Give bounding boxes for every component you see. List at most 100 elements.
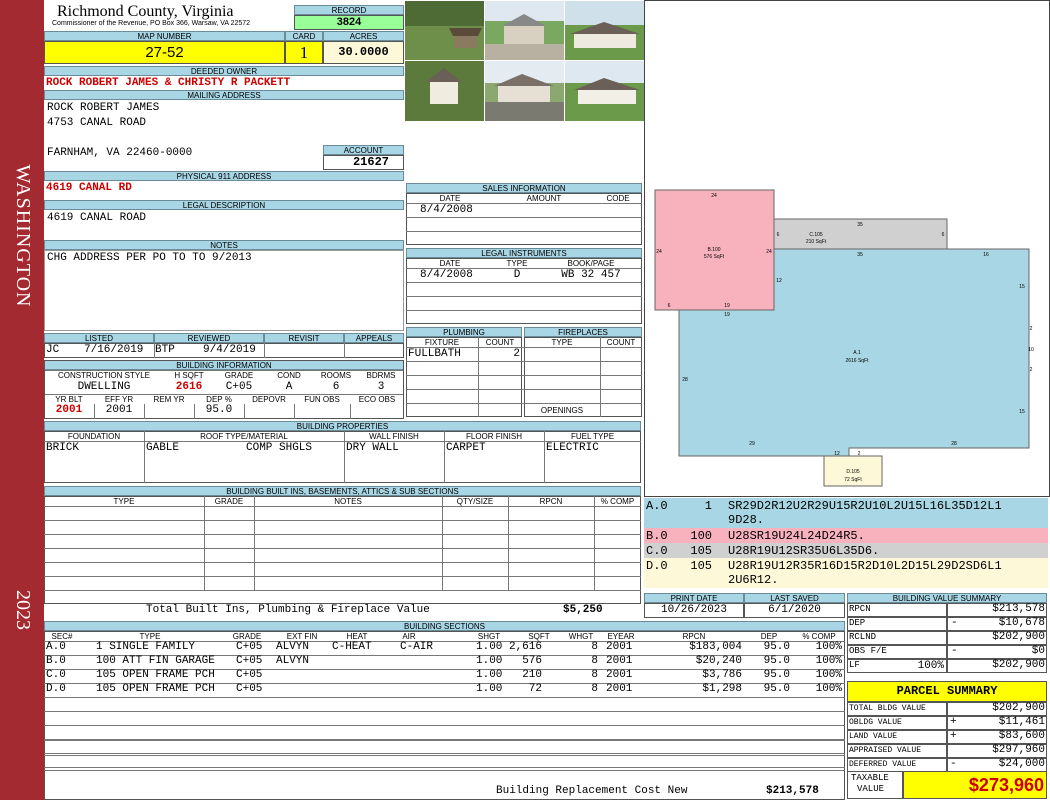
- dim: 28: [951, 441, 957, 447]
- print-date: 10/26/2023: [644, 603, 744, 618]
- legend-sec: B.0: [646, 529, 668, 543]
- col-wall: WALL FINISH: [369, 432, 419, 441]
- section-cell: 8: [591, 655, 598, 667]
- vsum-label: DEP: [849, 618, 866, 628]
- rcn-value: $213,578: [766, 785, 819, 797]
- picnic-shelter-photo: [405, 1, 484, 60]
- fireplaces-table: [524, 337, 642, 417]
- vsum-label: LF: [849, 660, 860, 670]
- card-number: 1: [285, 41, 323, 64]
- commissioner-address: Commissioner of the Revenue, PO Box 366,…: [52, 20, 251, 27]
- dim: 2: [1030, 326, 1033, 332]
- parcel-value: $202,900: [992, 702, 1045, 714]
- parcel-label: OBLDG VALUE: [849, 718, 902, 727]
- section-row-line: [44, 770, 845, 771]
- section-row-line: [44, 711, 845, 712]
- deeded-owner-label: DEEDED OWNER: [44, 66, 404, 76]
- vsum-lf-pct: 100%: [917, 660, 944, 672]
- parcel-label: APPRAISED VALUE: [849, 746, 922, 755]
- sales-label: SALES INFORMATION: [406, 183, 642, 193]
- dim: 12: [776, 278, 782, 284]
- mailing-address-label: MAILING ADDRESS: [44, 90, 404, 100]
- section-cell: 2001: [606, 641, 633, 653]
- col-fp-count: COUNT: [606, 338, 636, 347]
- county-title: Richmond County, Virginia: [57, 3, 234, 20]
- col-li-type: TYPE: [506, 259, 528, 268]
- builtins-table: [44, 496, 641, 604]
- section-cell: 2,616: [508, 641, 542, 653]
- sketch-label-c-code: C.105: [809, 232, 823, 238]
- listed-by: JC: [46, 344, 60, 356]
- col-bi-comp: % COMP: [600, 497, 635, 506]
- listed-date: 7/16/2019: [84, 344, 144, 356]
- legend-text: U28R19U12R35R16D15R2D10L2D15L29D2SD6L1: [728, 559, 1002, 573]
- legend-sec: D.0: [646, 559, 668, 573]
- dim: 35: [857, 252, 863, 258]
- sketch-label-a-area: 2616 SqFt: [845, 358, 869, 364]
- dim: 29: [749, 441, 755, 447]
- record-value: 3824: [294, 15, 404, 30]
- notes-box: [44, 250, 404, 331]
- openings-label: OPENINGS: [540, 406, 584, 415]
- dim: 6: [942, 232, 945, 238]
- reviewed-date: 9/4/2019: [203, 344, 256, 356]
- mailing-line-2: 4753 CANAL ROAD: [47, 117, 147, 129]
- section-cell: C+05: [236, 669, 263, 681]
- section-cell: 72: [528, 683, 542, 695]
- sections-col-11: DEP: [760, 632, 778, 641]
- section-cell: 100%: [815, 683, 842, 695]
- fuel-type: ELECTRIC: [546, 442, 599, 454]
- taxable-label-1: TAXABLE: [851, 773, 889, 783]
- builtins-col-line: [594, 496, 595, 590]
- col-fp-type: TYPE: [551, 338, 573, 347]
- li-book: WB 32 457: [561, 269, 621, 281]
- dim: 24: [766, 249, 772, 255]
- col-sales-code: CODE: [606, 194, 630, 203]
- legend-num: 105: [690, 544, 712, 558]
- dim: 24: [711, 193, 717, 199]
- builtins-col-line: [442, 496, 443, 590]
- col-sales-date: DATE: [439, 194, 461, 203]
- li-type: D: [513, 269, 521, 281]
- section-cell: 105 OPEN FRAME PCH: [96, 683, 215, 695]
- account-label: ACCOUNT: [323, 145, 404, 155]
- legend-text-2: 9D28.: [728, 513, 765, 527]
- notes-label: NOTES: [44, 240, 404, 250]
- legal-description: 4619 CANAL ROAD: [47, 212, 147, 224]
- vsum-value: $10,678: [998, 617, 1045, 629]
- section-cell: 105 OPEN FRAME PCH: [96, 669, 215, 681]
- section-cell: ALVYN: [276, 655, 310, 667]
- parcel-label: LAND VALUE: [849, 732, 898, 741]
- legend-num: 1: [704, 499, 712, 513]
- sections-col-5: AIR: [402, 632, 416, 641]
- sections-col-0: SEC#: [51, 632, 73, 641]
- section-cell: C+05: [236, 683, 263, 695]
- carport-photo: [485, 1, 564, 60]
- parcel-value: $11,461: [998, 716, 1045, 728]
- section-cell: C+05: [236, 655, 263, 667]
- sketch-label-c-area: 210 SqFt: [806, 239, 827, 245]
- gazebo-photo: [405, 61, 484, 121]
- section-cell: 2001: [606, 683, 633, 695]
- col-roof: ROOF TYPE/MATERIAL: [200, 432, 288, 441]
- taxable-label-2: VALUE: [857, 784, 885, 794]
- builtins-row-line: [44, 520, 641, 521]
- dim: 12: [834, 451, 840, 457]
- vsum-label: RCLND: [849, 632, 877, 642]
- col-li-date: DATE: [439, 259, 461, 268]
- builtins-row-line: [44, 590, 641, 591]
- section-cell: $1,298: [702, 683, 742, 695]
- builtins-total-label: Total Built Ins, Plumbing & Fireplace Va…: [146, 604, 430, 616]
- section-cell: 576: [522, 655, 542, 667]
- section-cell: 1.00: [476, 641, 503, 653]
- vsum-value: $0: [1031, 645, 1045, 657]
- section-cell: 1.00: [476, 655, 503, 667]
- dim: 2: [858, 451, 861, 457]
- sections-col-8: WHGT: [568, 632, 594, 641]
- li-date: 8/4/2008: [420, 269, 473, 281]
- last-saved: 6/1/2020: [744, 603, 845, 618]
- section-cell: 210: [522, 669, 542, 681]
- section-cell: A.0: [46, 641, 66, 653]
- sections-col-4: HEAT: [346, 632, 368, 641]
- builtins-total: $5,250: [563, 604, 603, 616]
